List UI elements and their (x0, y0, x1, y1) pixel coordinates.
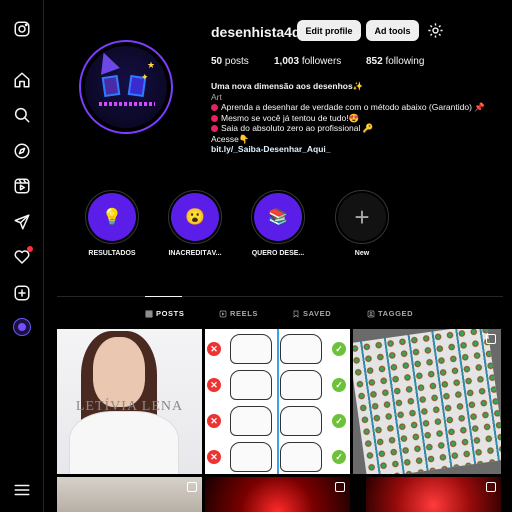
menu-icon[interactable] (12, 480, 32, 500)
bio-line: Aprenda a desenhar de verdade com o méto… (211, 102, 506, 113)
edit-profile-button[interactable]: Edit profile (297, 20, 361, 41)
explore-icon[interactable] (12, 141, 32, 161)
highlight-label: New (354, 250, 370, 257)
highlight-label: INACREDITÁV... (168, 250, 222, 257)
post-thumbnail[interactable]: ✕ ✓ ✕ ✓ ✕ ✓ ✕ ✓ (205, 329, 350, 474)
home-icon[interactable] (12, 70, 32, 90)
grid-icon (145, 310, 153, 317)
profile-bio: Uma nova dimensão aos desenhos✨ Art Apre… (211, 81, 506, 155)
search-icon[interactable] (12, 105, 32, 125)
tabs-divider (57, 296, 503, 297)
bio-line: Mesmo se você já tentou de tudo!😍 (211, 113, 506, 124)
surprised-face-icon: 😮 (171, 193, 219, 241)
post-thumbnail[interactable] (353, 329, 501, 474)
lightbulb-icon: 💡 (88, 193, 136, 241)
highlight-new[interactable]: + New (334, 190, 390, 257)
carousel-icon (486, 334, 496, 344)
reel-icon (335, 482, 345, 492)
highlight-inacreditavel[interactable]: 😮 INACREDITÁV... (167, 190, 223, 257)
bio-line: Acesse👇 (211, 133, 250, 144)
tagged-icon (367, 310, 375, 317)
bio-link[interactable]: bit.ly/_Saiba-Desenhar_Aqui_ (211, 144, 506, 155)
post-watermark: LETÍVIA LENA (75, 399, 184, 414)
following-count[interactable]: 852 following (366, 56, 424, 67)
left-nav (0, 0, 44, 512)
reel-icon (486, 482, 496, 492)
books-icon: 📚 (254, 193, 302, 241)
instagram-logo-icon[interactable] (12, 19, 32, 39)
bookmark-icon (293, 310, 299, 318)
post-thumbnail[interactable] (57, 477, 202, 512)
profile-avatar[interactable] (13, 318, 31, 336)
profile-picture-image: ★ ✦ (85, 46, 167, 128)
settings-gear-icon[interactable] (427, 22, 444, 39)
plus-icon: + (338, 193, 386, 241)
profile-picture[interactable]: ★ ✦ (79, 40, 173, 134)
highlight-label: QUERO DESE... (251, 250, 305, 257)
tab-tagged[interactable]: TAGGED (367, 309, 413, 318)
post-thumbnail[interactable]: LETÍVIA LENA (57, 329, 202, 474)
messages-icon[interactable] (12, 212, 32, 232)
active-tab-indicator (145, 296, 182, 297)
reels-icon[interactable] (12, 176, 32, 196)
highlight-quero-desenhar[interactable]: 📚 QUERO DESE... (250, 190, 306, 257)
profile-username: desenhista4d (211, 24, 301, 40)
highlight-resultados[interactable]: 💡 RESULTADOS (84, 190, 140, 257)
post-thumbnail[interactable] (205, 477, 350, 512)
reel-icon (187, 482, 197, 492)
posts-count: 50 posts (211, 56, 249, 67)
notifications-icon[interactable] (12, 246, 33, 267)
create-icon[interactable] (12, 283, 32, 303)
bio-name: Uma nova dimensão aos desenhos✨ (211, 81, 364, 91)
followers-count[interactable]: 1,003 followers (274, 56, 341, 67)
highlight-label: RESULTADOS (88, 250, 136, 257)
bio-line: Saia do absoluto zero ao profissional 🔑 (211, 123, 506, 134)
reels-small-icon (219, 310, 227, 317)
post-thumbnail[interactable] (366, 477, 501, 512)
tab-posts[interactable]: POSTS (145, 309, 184, 318)
tab-saved[interactable]: SAVED (292, 309, 331, 318)
tab-reels[interactable]: REELS (219, 309, 258, 318)
ad-tools-button[interactable]: Ad tools (366, 20, 419, 41)
notification-dot (27, 246, 33, 252)
bio-category: Art (211, 91, 222, 102)
